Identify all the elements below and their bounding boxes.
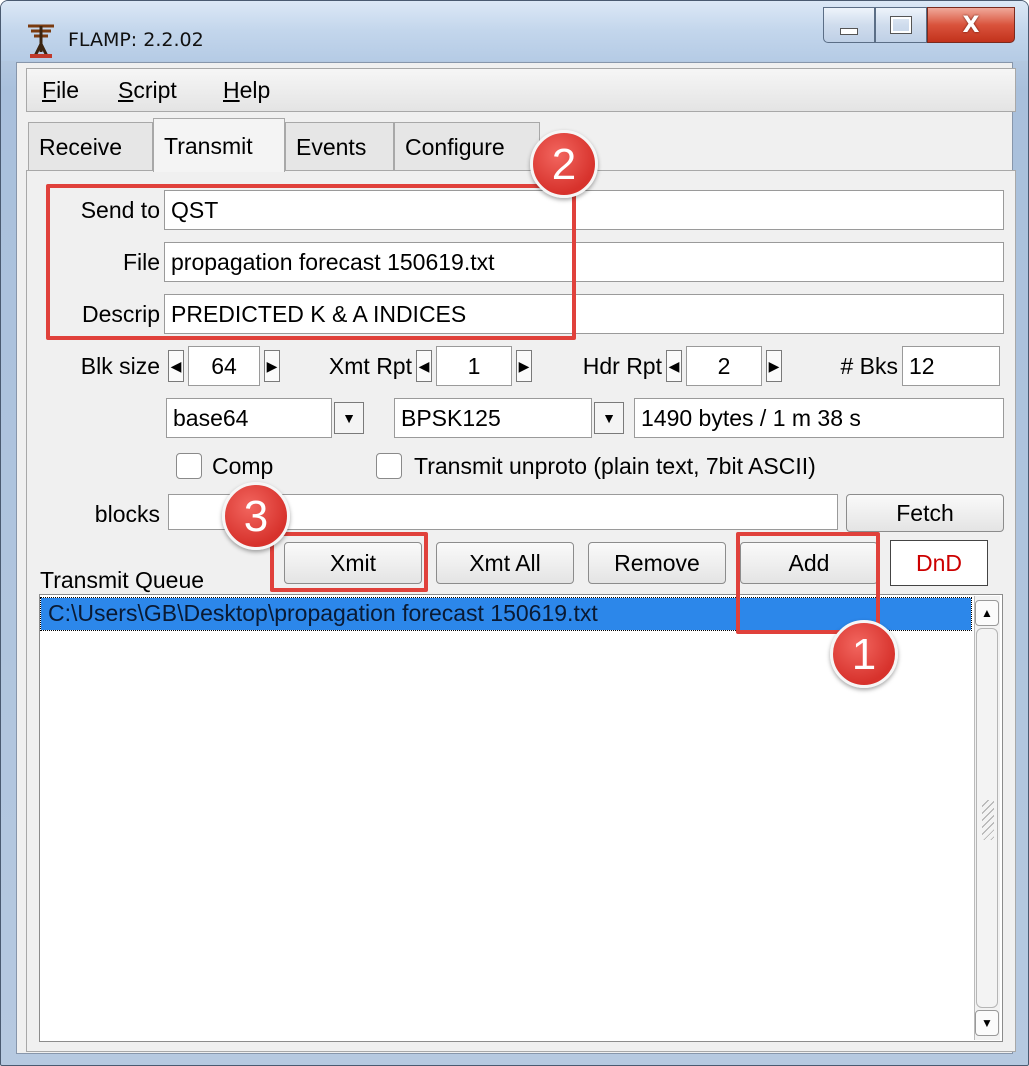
bks-value: 12 xyxy=(902,346,1000,386)
hdr-rpt-increment[interactable]: ▶ xyxy=(766,350,782,382)
blk-size-decrement[interactable]: ◀ xyxy=(168,350,184,382)
maximize-button[interactable] xyxy=(875,7,927,43)
scroll-down-button[interactable]: ▼ xyxy=(975,1010,999,1036)
tab-transmit[interactable]: Transmit xyxy=(153,118,285,172)
tab-receive[interactable]: Receive xyxy=(28,122,153,170)
close-icon: X xyxy=(962,12,980,38)
xmt-rpt-decrement[interactable]: ◀ xyxy=(416,350,432,382)
hdr-rpt-value[interactable]: 2 xyxy=(686,346,762,386)
right-arrow-icon: ▶ xyxy=(266,357,278,374)
hdr-rpt-label: Hdr Rpt xyxy=(582,353,662,379)
highlight-box-2 xyxy=(46,184,576,340)
menu-help[interactable]: Help xyxy=(223,69,270,111)
remove-button[interactable]: Remove xyxy=(588,542,726,584)
maximize-icon xyxy=(876,8,926,42)
mode-dropdown-button[interactable]: ▼ xyxy=(594,402,624,434)
dnd-target[interactable]: DnD xyxy=(890,540,988,586)
blk-size-increment[interactable]: ▶ xyxy=(264,350,280,382)
comp-checkbox[interactable] xyxy=(176,453,202,479)
minimize-button[interactable] xyxy=(823,7,875,43)
left-arrow-icon: ◀ xyxy=(668,357,680,374)
left-arrow-icon: ◀ xyxy=(170,357,182,374)
chevron-down-icon: ▼ xyxy=(981,1016,993,1030)
step-badge-2: 2 xyxy=(530,130,598,198)
blocks-label: blocks xyxy=(94,501,160,527)
unproto-checkbox[interactable] xyxy=(376,453,402,479)
highlight-box-1 xyxy=(736,532,880,634)
window-title: FLAMP: 2.2.02 xyxy=(68,29,204,51)
chevron-up-icon: ▲ xyxy=(981,606,993,620)
tab-events[interactable]: Events xyxy=(285,122,394,170)
comp-label: Comp xyxy=(212,453,274,479)
xmt-rpt-increment[interactable]: ▶ xyxy=(516,350,532,382)
xmt-rpt-value[interactable]: 1 xyxy=(436,346,512,386)
blk-size-label: Blk size xyxy=(80,353,160,379)
grip-icon xyxy=(982,800,994,840)
antenna-icon[interactable] xyxy=(22,22,60,60)
right-arrow-icon: ▶ xyxy=(518,357,530,374)
step-badge-1: 1 xyxy=(830,620,898,688)
right-arrow-icon: ▶ xyxy=(768,357,780,374)
tab-configure[interactable]: Configure xyxy=(394,122,540,170)
bks-label: # Bks xyxy=(840,353,898,379)
step-badge-3: 3 xyxy=(222,482,290,550)
list-item[interactable]: C:\Users\GB\Desktop\propagation forecast… xyxy=(48,596,598,630)
hdr-rpt-decrement[interactable]: ◀ xyxy=(666,350,682,382)
encoder-dropdown-button[interactable]: ▼ xyxy=(334,402,364,434)
menu-file[interactable]: File xyxy=(42,69,79,111)
close-button[interactable]: X xyxy=(927,7,1015,43)
xmt-all-button[interactable]: Xmt All xyxy=(436,542,574,584)
blk-size-value[interactable]: 64 xyxy=(188,346,260,386)
minimize-icon xyxy=(824,8,874,42)
unproto-label: Transmit unproto (plain text, 7bit ASCII… xyxy=(414,453,816,479)
scroll-up-button[interactable]: ▲ xyxy=(975,600,999,626)
size-time-display: 1490 bytes / 1 m 38 s xyxy=(634,398,1004,438)
mode-select[interactable]: BPSK125 xyxy=(394,398,592,438)
fetch-button[interactable]: Fetch xyxy=(846,494,1004,532)
encoder-select[interactable]: base64 xyxy=(166,398,332,438)
menu-script[interactable]: Script xyxy=(118,69,177,111)
chevron-down-icon: ▼ xyxy=(342,410,356,426)
xmt-rpt-label: Xmt Rpt xyxy=(328,353,412,379)
chevron-down-icon: ▼ xyxy=(602,410,616,426)
highlight-box-3 xyxy=(270,532,428,592)
left-arrow-icon: ◀ xyxy=(418,357,430,374)
